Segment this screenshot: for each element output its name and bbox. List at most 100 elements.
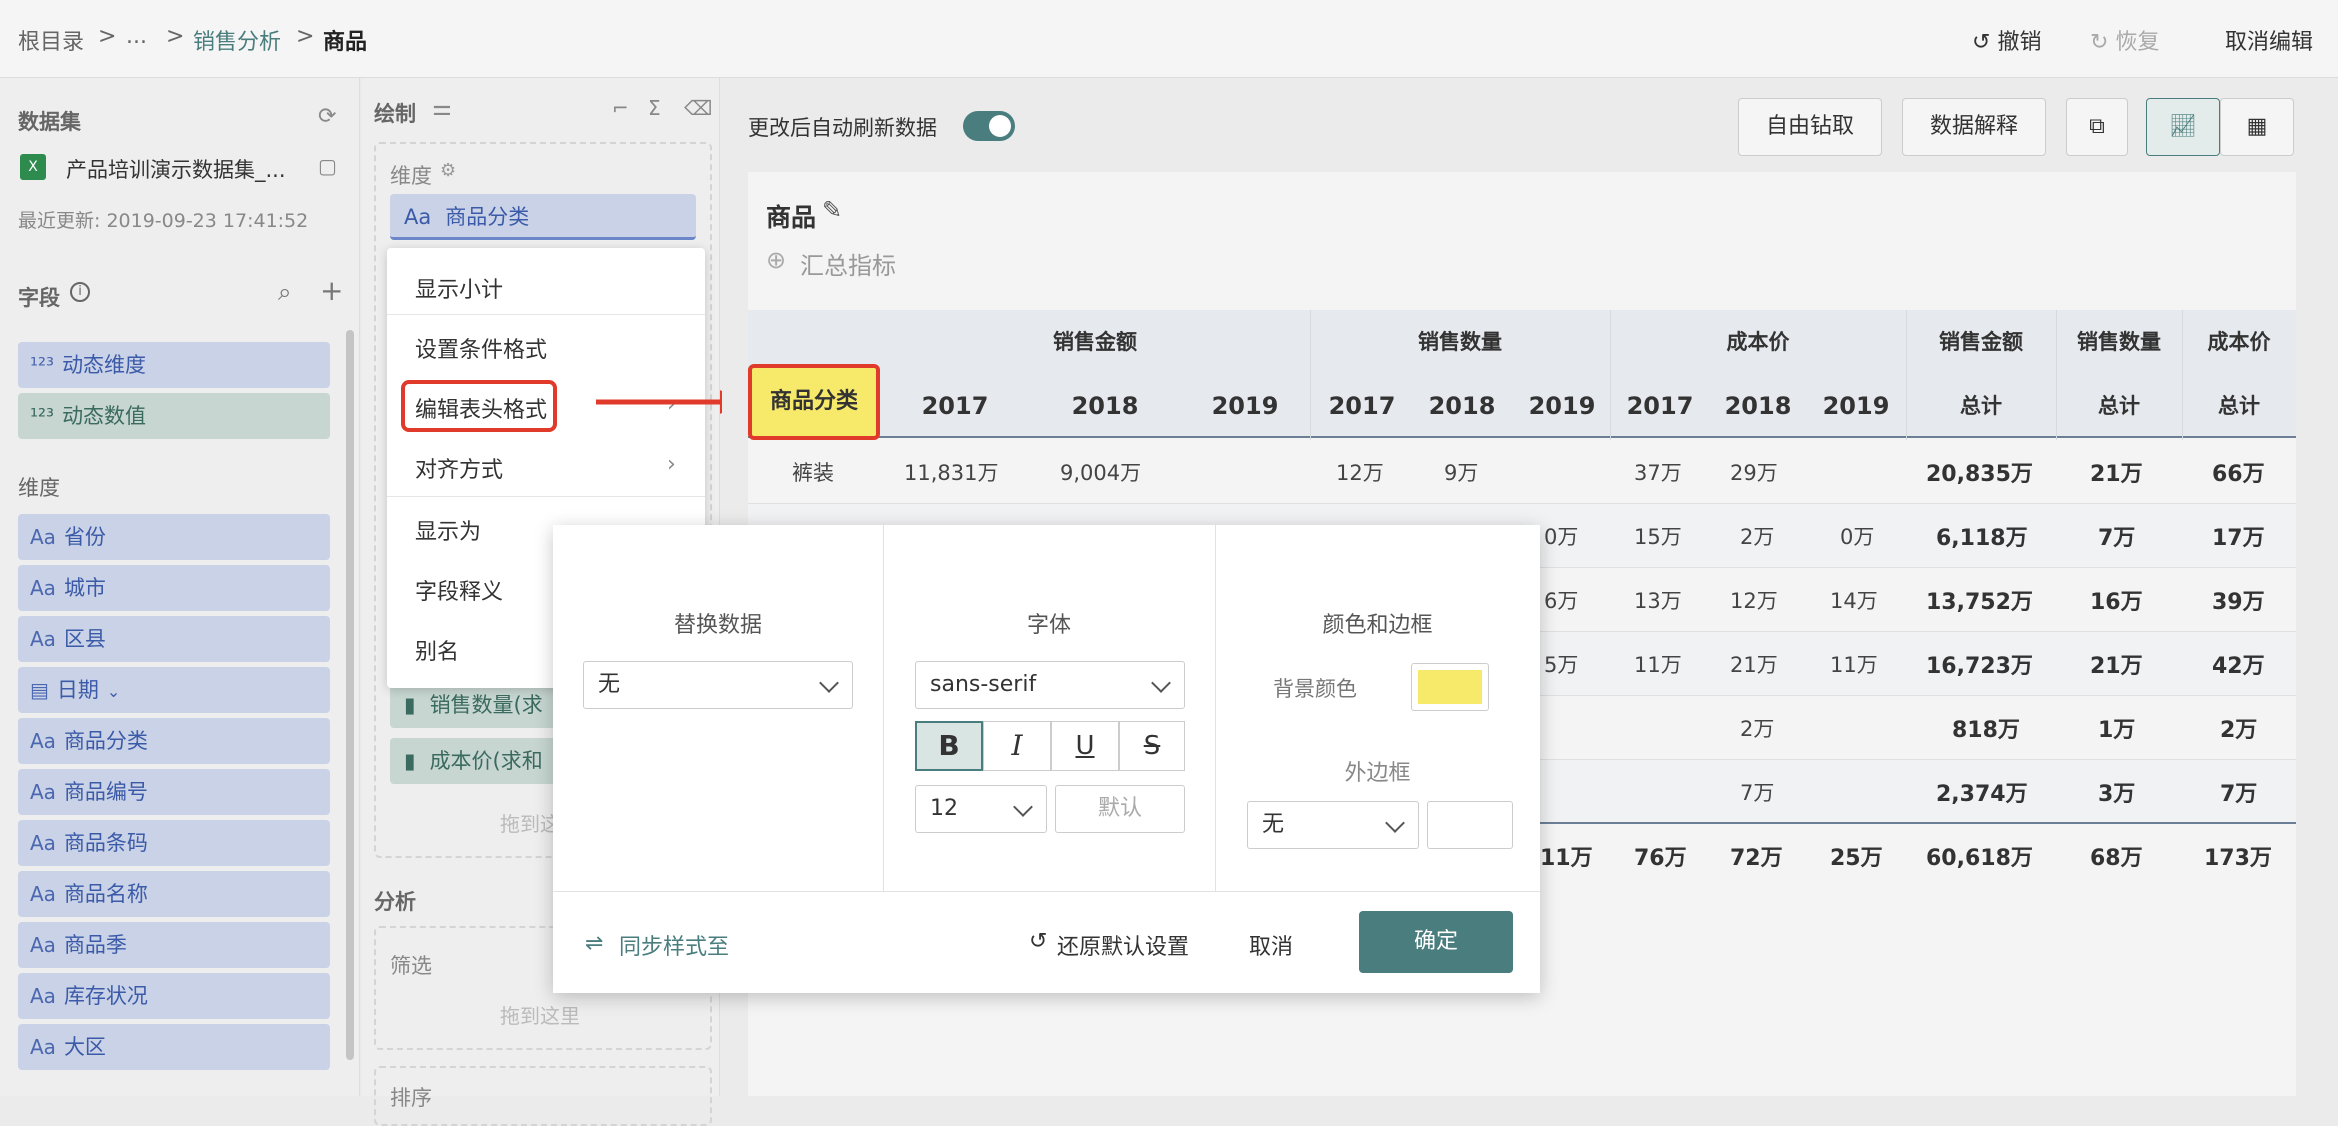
table-cell[interactable]: 2,374万 [1936,776,2028,808]
field-dynamic-dimension[interactable]: ¹²³ 动态维度 [18,342,330,388]
menu-display-as[interactable]: 显示为 [415,514,481,546]
column-group-header[interactable]: 销售金额 [880,310,1310,374]
font-size-select[interactable]: 12 [915,785,1047,833]
strikethrough-button[interactable]: S [1119,721,1185,771]
info-icon[interactable]: i [70,282,90,302]
total-header[interactable]: 总计 [2056,374,2182,438]
table-cell[interactable]: 60,618万 [1926,840,2033,872]
table-cell[interactable]: 3万 [2098,776,2135,808]
year-header[interactable]: 2017 [1310,374,1414,438]
column-group-header[interactable]: 成本价 [1610,310,1906,374]
menu-alignment[interactable]: 对齐方式 [415,452,503,484]
free-drill-button[interactable]: 自由钻取 [1738,98,1882,156]
column-group-header[interactable]: 销售数量 [1310,310,1610,374]
replace-data-select[interactable]: 无 [583,661,853,709]
table-cell[interactable]: 11万 [1540,840,1593,872]
year-header[interactable]: 2019 [1190,374,1300,438]
undo-button[interactable]: ↺ 撤销 [1972,24,2041,56]
auto-refresh-toggle[interactable] [963,111,1015,141]
table-cell[interactable]: 9,004万 [1060,457,1141,487]
code-view-button[interactable]: ⧉ [2066,98,2128,156]
italic-button[interactable]: I [983,721,1051,771]
table-cell[interactable]: 12万 [1730,585,1778,615]
table-cell[interactable]: 2万 [1740,713,1774,743]
restore-default-button[interactable]: 还原默认设置 [1057,929,1189,961]
table-cell[interactable]: 72万 [1730,840,1783,872]
add-circle-icon[interactable]: ⊕ [766,246,786,274]
total-header[interactable]: 总计 [1906,374,2056,438]
bold-button[interactable]: B [915,721,983,771]
table-cell[interactable]: 12万 [1336,457,1384,487]
field-item[interactable]: Aa 区县 [18,616,330,662]
field-item[interactable]: Aa 大区 [18,1024,330,1070]
edit-pencil-icon[interactable]: ✎ [822,196,842,224]
year-header[interactable]: 2018 [1708,374,1808,438]
table-cell[interactable]: 68万 [2090,840,2143,872]
table-cell[interactable]: 6,118万 [1936,520,2028,552]
column-group-header[interactable]: 销售金额 [1906,310,2056,374]
table-cell[interactable]: 21万 [1730,649,1778,679]
gear-icon[interactable]: ⚙ [440,160,456,181]
year-header[interactable]: 2018 [1410,374,1514,438]
table-cell[interactable]: 裤装 [792,457,834,487]
data-explain-button[interactable]: 数据解释 [1902,98,2046,156]
sum-icon[interactable]: Σ [648,96,661,120]
table-cell[interactable]: 7万 [2098,520,2135,552]
table-cell[interactable]: 16万 [2090,584,2143,616]
field-item[interactable]: Aa 商品季 [18,922,330,968]
table-cell[interactable]: 11万 [1830,649,1878,679]
table-cell[interactable]: 2万 [1740,521,1774,551]
table-cell[interactable]: 11万 [1634,649,1682,679]
table-view-button[interactable]: ▦ [2220,98,2294,156]
field-item[interactable]: Aa 商品编号 [18,769,330,815]
sync-style-link[interactable]: 同步样式至 [619,929,729,961]
dimension-pill[interactable]: Aa 商品分类 [390,194,696,240]
cancel-button[interactable]: 取消 [1249,929,1293,961]
table-cell[interactable]: 76万 [1634,840,1687,872]
menu-alias[interactable]: 别名 [415,634,459,666]
dataset-name[interactable]: 产品培训演示数据集_... [66,154,286,184]
redo-button[interactable]: ↻ 恢复 [2090,24,2159,56]
bg-color-picker[interactable] [1411,663,1489,711]
table-cell[interactable]: 17万 [2212,520,2265,552]
field-item[interactable]: Aa 商品分类 [18,718,330,764]
settings-sliders-icon[interactable]: ⚌ [432,96,452,121]
outer-border-select[interactable]: 无 [1247,801,1419,849]
field-item[interactable]: Aa 省份 [18,514,330,560]
search-icon[interactable]: ⌕ [278,278,291,306]
column-group-header[interactable]: 销售数量 [2056,310,2182,374]
field-item[interactable]: ▤ 日期 ⌄ [18,667,330,713]
row-header-cell[interactable]: 商品分类 [748,364,880,440]
year-header[interactable]: 2017 [900,374,1010,438]
table-cell[interactable]: 25万 [1830,840,1883,872]
corner-icon[interactable]: ⌐ [612,96,629,120]
eraser-icon[interactable]: ⌫ [684,96,712,120]
table-cell[interactable]: 20,835万 [1926,456,2033,488]
breadcrumb-parent[interactable]: 销售分析 [193,24,281,56]
menu-show-subtotal[interactable]: 显示小计 [415,272,503,304]
default-font-size-button[interactable]: 默认 [1055,785,1185,833]
field-item[interactable]: Aa 商品名称 [18,871,330,917]
field-item[interactable]: Aa 商品条码 [18,820,330,866]
confirm-button[interactable]: 确定 [1359,911,1513,973]
table-cell[interactable]: 1万 [2098,712,2135,744]
table-cell[interactable]: 39万 [2212,584,2265,616]
summary-metric-label[interactable]: 汇总指标 [800,246,896,281]
menu-conditional-format[interactable]: 设置条件格式 [415,332,547,364]
table-cell[interactable]: 21万 [2090,456,2143,488]
table-cell[interactable]: 0万 [1840,521,1874,551]
chart-view-button[interactable]: 📈︎ [2146,98,2220,156]
table-cell[interactable]: 13万 [1634,585,1682,615]
field-dynamic-measure[interactable]: ¹²³ 动态数值 [18,393,330,439]
total-header[interactable]: 总计 [2182,374,2296,438]
table-cell[interactable]: 6万 [1544,585,1578,615]
table-cell[interactable]: 37万 [1634,457,1682,487]
table-cell[interactable]: 16,723万 [1926,648,2033,680]
breadcrumb-ellipsis[interactable]: ... [126,24,147,49]
cancel-edit-button[interactable]: 取消编辑 [2225,24,2313,56]
table-cell[interactable]: 21万 [2090,648,2143,680]
table-cell[interactable]: 14万 [1830,585,1878,615]
font-family-select[interactable]: sans-serif [915,661,1185,709]
year-header[interactable]: 2018 [1050,374,1160,438]
table-cell[interactable]: 13,752万 [1926,584,2033,616]
